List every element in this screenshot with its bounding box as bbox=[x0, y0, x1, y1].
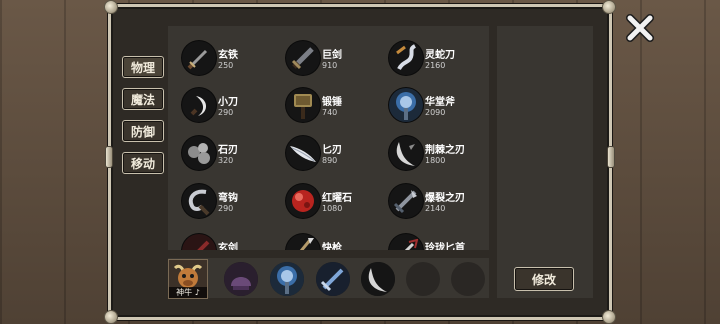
item-price: 320 bbox=[218, 156, 234, 165]
thorn-blade-icon bbox=[389, 136, 423, 170]
hook-icon bbox=[182, 184, 216, 218]
item-price: 740 bbox=[322, 108, 338, 117]
exquisite-dagger-icon bbox=[389, 234, 423, 250]
hero-name-label: 神牛 ♪ bbox=[169, 287, 207, 298]
item-card[interactable]: 红曜石 1080 bbox=[286, 184, 386, 224]
item-name: 灵蛇刀 bbox=[425, 50, 455, 61]
tab-defense[interactable]: 防御 bbox=[122, 120, 164, 142]
item-price: 250 bbox=[218, 61, 234, 70]
item-price: 2090 bbox=[425, 108, 446, 117]
dagger-blade-icon bbox=[361, 262, 395, 296]
item-name: 小刀 bbox=[218, 97, 238, 108]
equipped-slot[interactable] bbox=[316, 262, 350, 296]
item-price: 1080 bbox=[322, 204, 343, 213]
empty-equipment-slot[interactable] bbox=[406, 262, 440, 296]
category-tabs: 物理 魔法 防御 移动 bbox=[122, 56, 164, 184]
item-name: 玄铁 bbox=[218, 50, 238, 61]
forge-hammer-icon bbox=[286, 88, 320, 122]
item-card[interactable]: 玄铁 250 bbox=[182, 41, 282, 81]
frame-corner-ornament bbox=[602, 0, 616, 14]
item-name: 快枪 bbox=[322, 243, 342, 250]
item-name: 荆棘之刃 bbox=[425, 145, 465, 156]
small-knife-icon bbox=[182, 88, 216, 122]
frame-corner-ornament bbox=[602, 310, 616, 324]
item-card[interactable]: 匕刃 890 bbox=[286, 136, 386, 176]
ornate-axe-icon bbox=[270, 262, 304, 296]
close-button[interactable] bbox=[624, 12, 656, 44]
tab-magic[interactable]: 魔法 bbox=[122, 88, 164, 110]
item-name: 红曜石 bbox=[322, 193, 352, 204]
greatsword-icon bbox=[286, 41, 320, 75]
equipped-slot[interactable] bbox=[270, 262, 304, 296]
item-price: 2140 bbox=[425, 204, 446, 213]
item-name: 巨剑 bbox=[322, 50, 342, 61]
item-name: 爆裂之刃 bbox=[425, 193, 465, 204]
frame-corner-ornament bbox=[104, 310, 118, 324]
greatsword-icon bbox=[316, 262, 350, 296]
item-name: 锻锤 bbox=[322, 97, 342, 108]
item-name: 石刃 bbox=[218, 145, 238, 156]
item-price: 910 bbox=[322, 61, 338, 70]
item-card[interactable]: 灵蛇刀 2160 bbox=[389, 41, 489, 81]
item-name: 玄剑 bbox=[218, 243, 238, 250]
frame-side-ornament bbox=[607, 146, 615, 168]
item-price: 290 bbox=[218, 204, 234, 213]
stone-blade-icon bbox=[182, 136, 216, 170]
item-card[interactable]: 华堂斧 2090 bbox=[389, 88, 489, 128]
quick-spear-icon bbox=[286, 234, 320, 250]
item-grid: 玄铁 250 巨剑 910 灵蛇刀 2160 小刀 290 锻锤 740 华堂斧 bbox=[168, 26, 489, 250]
item-name: 华堂斧 bbox=[425, 97, 455, 108]
empty-equipment-slot[interactable] bbox=[451, 262, 485, 296]
item-card[interactable]: 石刃 320 bbox=[182, 136, 282, 176]
item-card[interactable]: 小刀 290 bbox=[182, 88, 282, 128]
hero-portrait[interactable]: 神牛 ♪ bbox=[168, 259, 208, 299]
red-gem-icon bbox=[286, 184, 320, 218]
helmet-icon bbox=[224, 262, 258, 296]
item-name: 弯钩 bbox=[218, 193, 238, 204]
burst-blade-icon bbox=[389, 184, 423, 218]
item-card[interactable]: 爆裂之刃 2140 bbox=[389, 184, 489, 224]
serpent-blade-icon bbox=[389, 41, 423, 75]
item-card[interactable]: 弯钩 290 bbox=[182, 184, 282, 224]
iron-sword-icon bbox=[182, 41, 216, 75]
close-icon bbox=[626, 14, 654, 42]
tab-physical[interactable]: 物理 bbox=[122, 56, 164, 78]
item-card[interactable]: 锻锤 740 bbox=[286, 88, 386, 128]
item-price: 1800 bbox=[425, 156, 446, 165]
item-name: 玲珑匕首 bbox=[425, 243, 465, 250]
ornate-axe-icon bbox=[389, 88, 423, 122]
item-price: 290 bbox=[218, 108, 234, 117]
frame-corner-ornament bbox=[104, 0, 118, 14]
item-card[interactable]: 玄剑 bbox=[182, 234, 282, 250]
item-card[interactable]: 玲珑匕首 bbox=[389, 234, 489, 250]
modify-button[interactable]: 修改 bbox=[514, 267, 574, 291]
dagger-blade-icon bbox=[286, 136, 320, 170]
item-price: 890 bbox=[322, 156, 338, 165]
dark-sword-icon bbox=[182, 234, 216, 250]
item-price: 2160 bbox=[425, 61, 446, 70]
item-card[interactable]: 快枪 bbox=[286, 234, 386, 250]
item-card[interactable]: 荆棘之刃 1800 bbox=[389, 136, 489, 176]
item-detail-panel bbox=[497, 26, 593, 298]
item-card[interactable]: 巨剑 910 bbox=[286, 41, 386, 81]
equipped-slot[interactable] bbox=[224, 262, 258, 296]
frame-side-ornament bbox=[105, 146, 113, 168]
item-name: 匕刃 bbox=[322, 145, 342, 156]
equipped-slot[interactable] bbox=[361, 262, 395, 296]
tab-movement[interactable]: 移动 bbox=[122, 152, 164, 174]
